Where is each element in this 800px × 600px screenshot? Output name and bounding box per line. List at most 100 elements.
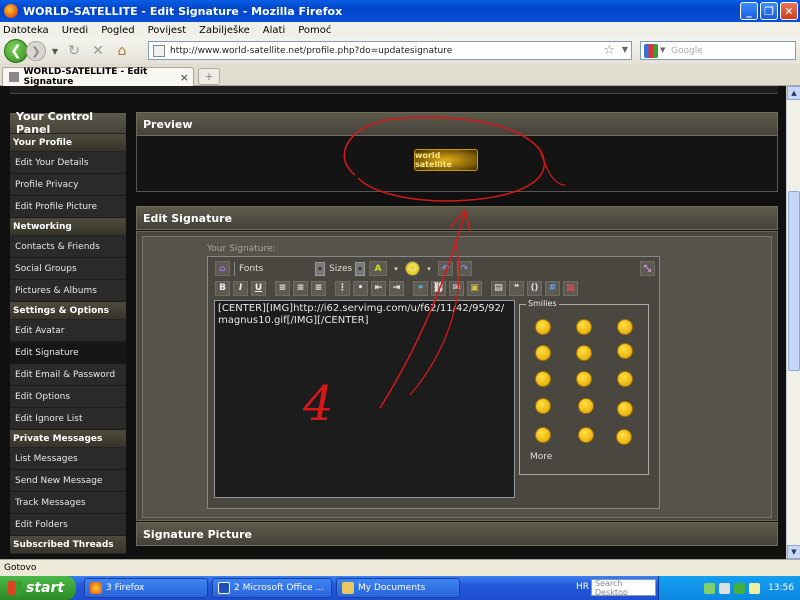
sidebar-item-edit-options[interactable]: Edit Options (10, 386, 126, 408)
insert-video-icon[interactable]: ▤ (491, 280, 506, 296)
tray-network-icon[interactable] (704, 582, 716, 594)
smiley-pigtails-icon[interactable] (617, 319, 633, 335)
restore-button[interactable]: ❐ (760, 2, 778, 20)
bookmark-star-icon[interactable]: ☆ (603, 43, 615, 58)
sidebar-item-edit-avatar[interactable]: Edit Avatar (10, 320, 126, 342)
task-firefox[interactable]: 3 Firefox (84, 578, 208, 598)
forward-button[interactable]: ❯ (26, 41, 46, 61)
sidebar-item-profile-privacy[interactable]: Profile Privacy (10, 174, 126, 196)
bold-icon[interactable]: B (215, 280, 230, 296)
stop-icon[interactable]: ✕ (88, 41, 108, 61)
address-bar[interactable]: http://www.world-satellite.net/profile.p… (148, 41, 632, 60)
start-button[interactable]: start (0, 576, 76, 600)
align-right-icon[interactable]: ≡ (311, 280, 326, 296)
resize-editor-icon[interactable]: ⤡ (640, 261, 655, 276)
remove-link-icon[interactable]: ⛓ (431, 280, 446, 296)
sidebar-item-contacts-friends[interactable]: Contacts & Friends (10, 236, 126, 258)
search-engine-dropdown-icon[interactable]: ▼ (660, 46, 665, 54)
menu-povijest[interactable]: Povijest (148, 25, 187, 36)
smiley-side-icon[interactable] (535, 398, 551, 414)
back-button[interactable]: ❮ (4, 39, 28, 63)
wrap-html-icon[interactable]: # (545, 280, 560, 296)
menu-datoteka[interactable]: Datoteka (3, 25, 49, 36)
vertical-scrollbar[interactable]: ▲ ▼ (786, 86, 800, 559)
scroll-down-icon[interactable]: ▼ (787, 545, 800, 559)
tray-volume-icon[interactable] (719, 582, 731, 594)
wrap-code-icon[interactable]: ⟨⟩ (527, 280, 542, 296)
smiley-sleep-icon[interactable] (578, 427, 594, 443)
sidebar-item-social-groups[interactable]: Social Groups (10, 258, 126, 280)
search-input[interactable]: ▼ Google (640, 41, 796, 60)
smiley-trumpet-icon[interactable] (535, 345, 551, 361)
sidebar-item-edit-profile-picture[interactable]: Edit Profile Picture (10, 196, 126, 218)
text-color-dropdown-icon[interactable]: ▾ (391, 262, 401, 276)
sidebar-item-edit-folders[interactable]: Edit Folders (10, 514, 126, 536)
menu-pogled[interactable]: Pogled (101, 25, 134, 36)
new-tab-button[interactable]: + (198, 68, 220, 85)
undo-icon[interactable]: ↶ (438, 261, 453, 276)
fonts-dropdown-icon[interactable]: ▾ (315, 261, 325, 276)
menu-zabiljeske[interactable]: Zabilješke (199, 25, 250, 36)
tab-edit-signature[interactable]: WORLD-SATELLITE - Edit Signature × (2, 67, 194, 87)
smiley-angel-icon[interactable] (535, 371, 551, 387)
wrap-quote-icon[interactable]: ❝ (509, 280, 524, 296)
smiley-laugh-icon[interactable] (616, 429, 632, 445)
minimize-button[interactable]: _ (740, 2, 758, 20)
tab-close-icon[interactable]: × (180, 71, 189, 84)
signature-textarea[interactable]: [CENTER][IMG]http://i62.servimg.com/u/f6… (214, 300, 515, 498)
scroll-thumb[interactable] (788, 191, 800, 371)
sidebar-item-track-messages[interactable]: Track Messages (10, 492, 126, 514)
reload-icon[interactable]: ↻ (64, 41, 84, 61)
more-smilies-link[interactable]: More (530, 452, 552, 462)
align-left-icon[interactable]: ≡ (275, 280, 290, 296)
language-indicator[interactable]: HR (576, 582, 589, 592)
url-dropdown-icon[interactable]: ▼ (622, 45, 628, 54)
smilie-dropdown-icon[interactable]: ▾ (424, 262, 434, 276)
desktop-search-input[interactable]: Search Desktop (591, 579, 656, 597)
italic-icon[interactable]: I (233, 280, 248, 296)
redo-icon[interactable]: ↷ (457, 261, 472, 276)
sidebar-item-edit-signature[interactable]: Edit Signature (10, 342, 126, 364)
sidebar-item-edit-your-details[interactable]: Edit Your Details (10, 152, 126, 174)
text-color-icon[interactable]: A (369, 261, 387, 276)
task-office[interactable]: 2 Microsoft Office ... (212, 578, 332, 598)
sidebar-item-list-messages[interactable]: List Messages (10, 448, 126, 470)
underline-icon[interactable]: U (251, 280, 266, 296)
sizes-dropdown-icon[interactable]: ▾ (355, 261, 365, 276)
insert-image-icon[interactable]: ▣ (467, 280, 482, 296)
google-icon[interactable] (644, 44, 658, 58)
switch-mode-icon[interactable]: ⌂ (215, 261, 230, 276)
history-dropdown-icon[interactable]: ▼ (50, 41, 60, 61)
insert-link-icon[interactable]: ⚭ (413, 280, 428, 296)
sidebar-item-pictures-albums[interactable]: Pictures & Albums (10, 280, 126, 302)
smiley-think-icon[interactable] (535, 427, 551, 443)
smiley-smile-icon[interactable] (535, 319, 551, 335)
insert-email-icon[interactable]: ✉ (449, 280, 464, 296)
task-my-documents[interactable]: My Documents (336, 578, 460, 598)
scroll-up-icon[interactable]: ▲ (787, 86, 800, 100)
smiley-clap-icon[interactable] (576, 371, 592, 387)
menu-uredi[interactable]: Uredi (62, 25, 89, 36)
smiley-group-icon[interactable] (576, 345, 592, 361)
fonts-label[interactable]: Fonts (239, 264, 311, 274)
menu-pomoc[interactable]: Pomoć (298, 25, 331, 36)
smiley-happy-icon[interactable] (617, 401, 633, 417)
sidebar-item-edit-ignore-list[interactable]: Edit Ignore List (10, 408, 126, 430)
smiley-scared-icon[interactable] (576, 319, 592, 335)
sidebar-item-edit-email-password[interactable]: Edit Email & Password (10, 364, 126, 386)
unordered-list-icon[interactable]: • (353, 280, 368, 296)
wrap-php-icon[interactable]: ▦ (563, 280, 578, 296)
menu-alati[interactable]: Alati (263, 25, 285, 36)
smiley-wink-icon[interactable] (578, 398, 594, 414)
sizes-label[interactable]: Sizes (329, 264, 352, 274)
tray-update-icon[interactable] (749, 582, 761, 594)
smiley-party-icon[interactable] (617, 371, 633, 387)
outdent-icon[interactable]: ⇤ (371, 280, 386, 296)
align-center-icon[interactable]: ≡ (293, 280, 308, 296)
home-icon[interactable]: ⌂ (112, 41, 132, 61)
close-button[interactable]: ✕ (780, 2, 798, 20)
smiley-wave-icon[interactable] (617, 343, 633, 359)
tray-security-icon[interactable] (734, 582, 746, 594)
ordered-list-icon[interactable]: ⋮ (335, 280, 350, 296)
sidebar-item-send-new-message[interactable]: Send New Message (10, 470, 126, 492)
